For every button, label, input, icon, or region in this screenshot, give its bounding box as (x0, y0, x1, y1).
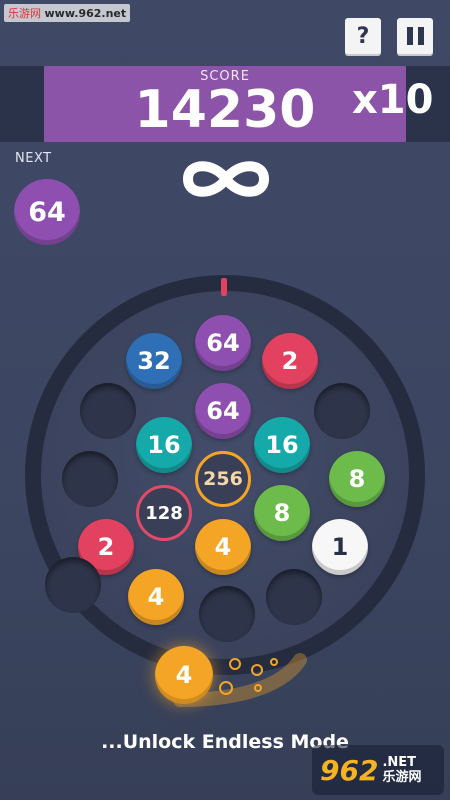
empty-slot (62, 451, 118, 507)
board-ball: 32 (126, 333, 182, 389)
watermark-logo-suffix: .NET (382, 755, 417, 770)
board-ball: 128 (136, 485, 192, 541)
board-ball: 1 (312, 519, 368, 575)
board-ball: 4 (128, 569, 184, 625)
empty-slot (45, 557, 101, 613)
game-screen: 乐游网 www.962.net ? SCORE 14230 x10 NEXT 6… (0, 0, 450, 800)
board-ball: 64 (195, 383, 251, 439)
empty-slot (314, 383, 370, 439)
board-ball: 2 (262, 333, 318, 389)
board-ball: 4 (195, 519, 251, 575)
board-ball: 64 (195, 315, 251, 371)
aim-marker (221, 278, 227, 296)
board-ball: 16 (254, 417, 310, 473)
watermark-logo-number: 962 (320, 753, 379, 787)
board-ball: 256 (195, 451, 251, 507)
board-ball: 8 (329, 451, 385, 507)
board-ball: 8 (254, 485, 310, 541)
watermark-logo: 962 .NET 乐游网 (312, 745, 444, 795)
watermark-logo-cn: 乐游网 (382, 770, 422, 785)
empty-slot (199, 586, 255, 642)
empty-slot (266, 569, 322, 625)
launcher-ball[interactable]: 4 (155, 646, 213, 704)
empty-slot (80, 383, 136, 439)
board-ball: 16 (136, 417, 192, 473)
